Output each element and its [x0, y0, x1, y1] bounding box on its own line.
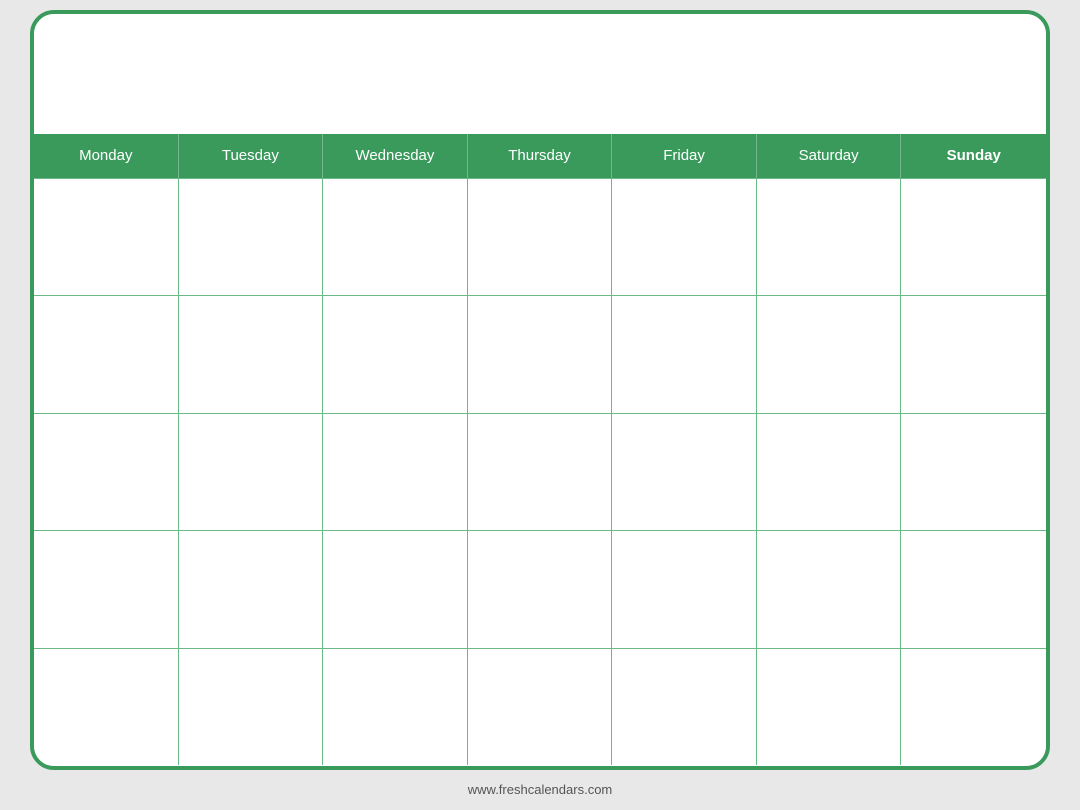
calendar-rows [34, 178, 1046, 766]
calendar-cell [612, 414, 757, 531]
calendar-cell [323, 649, 468, 766]
calendar-cell [612, 531, 757, 648]
calendar-cell [34, 531, 179, 648]
calendar-row [34, 295, 1046, 413]
calendar-cell [179, 649, 324, 766]
calendar-cell [901, 649, 1046, 766]
calendar-cell [757, 649, 902, 766]
calendar-cell [179, 414, 324, 531]
calendar-cell [901, 531, 1046, 648]
day-header-saturday: Saturday [757, 134, 902, 178]
calendar-cell [179, 179, 324, 296]
day-header-wednesday: Wednesday [323, 134, 468, 178]
day-header-thursday: Thursday [468, 134, 613, 178]
calendar-cell [757, 414, 902, 531]
days-header: Monday Tuesday Wednesday Thursday Friday… [34, 134, 1046, 178]
calendar-grid: Monday Tuesday Wednesday Thursday Friday… [34, 134, 1046, 766]
calendar-row [34, 413, 1046, 531]
calendar-cell [323, 531, 468, 648]
calendar-row [34, 178, 1046, 296]
day-header-monday: Monday [34, 134, 179, 178]
calendar-cell [323, 414, 468, 531]
calendar-cell [34, 414, 179, 531]
calendar-cell [468, 649, 613, 766]
calendar-cell [757, 296, 902, 413]
calendar-row [34, 530, 1046, 648]
calendar-cell [612, 296, 757, 413]
calendar-cell [901, 179, 1046, 296]
calendar-cell [901, 296, 1046, 413]
calendar-cell [757, 531, 902, 648]
calendar-cell [34, 296, 179, 413]
calendar-cell [757, 179, 902, 296]
calendar-cell [612, 179, 757, 296]
calendar-cell [323, 179, 468, 296]
calendar-row [34, 648, 1046, 766]
day-header-tuesday: Tuesday [179, 134, 324, 178]
calendar-cell [34, 649, 179, 766]
calendar-cell [34, 179, 179, 296]
calendar-cell [468, 179, 613, 296]
calendar-cell [612, 649, 757, 766]
day-header-sunday: Sunday [901, 134, 1046, 178]
calendar: Monday Tuesday Wednesday Thursday Friday… [30, 10, 1050, 770]
day-header-friday: Friday [612, 134, 757, 178]
calendar-cell [468, 414, 613, 531]
calendar-cell [179, 296, 324, 413]
calendar-title-area [34, 14, 1046, 134]
footer-url: www.freshcalendars.com [468, 776, 613, 801]
calendar-cell [323, 296, 468, 413]
calendar-cell [179, 531, 324, 648]
calendar-cell [901, 414, 1046, 531]
calendar-cell [468, 531, 613, 648]
calendar-cell [468, 296, 613, 413]
